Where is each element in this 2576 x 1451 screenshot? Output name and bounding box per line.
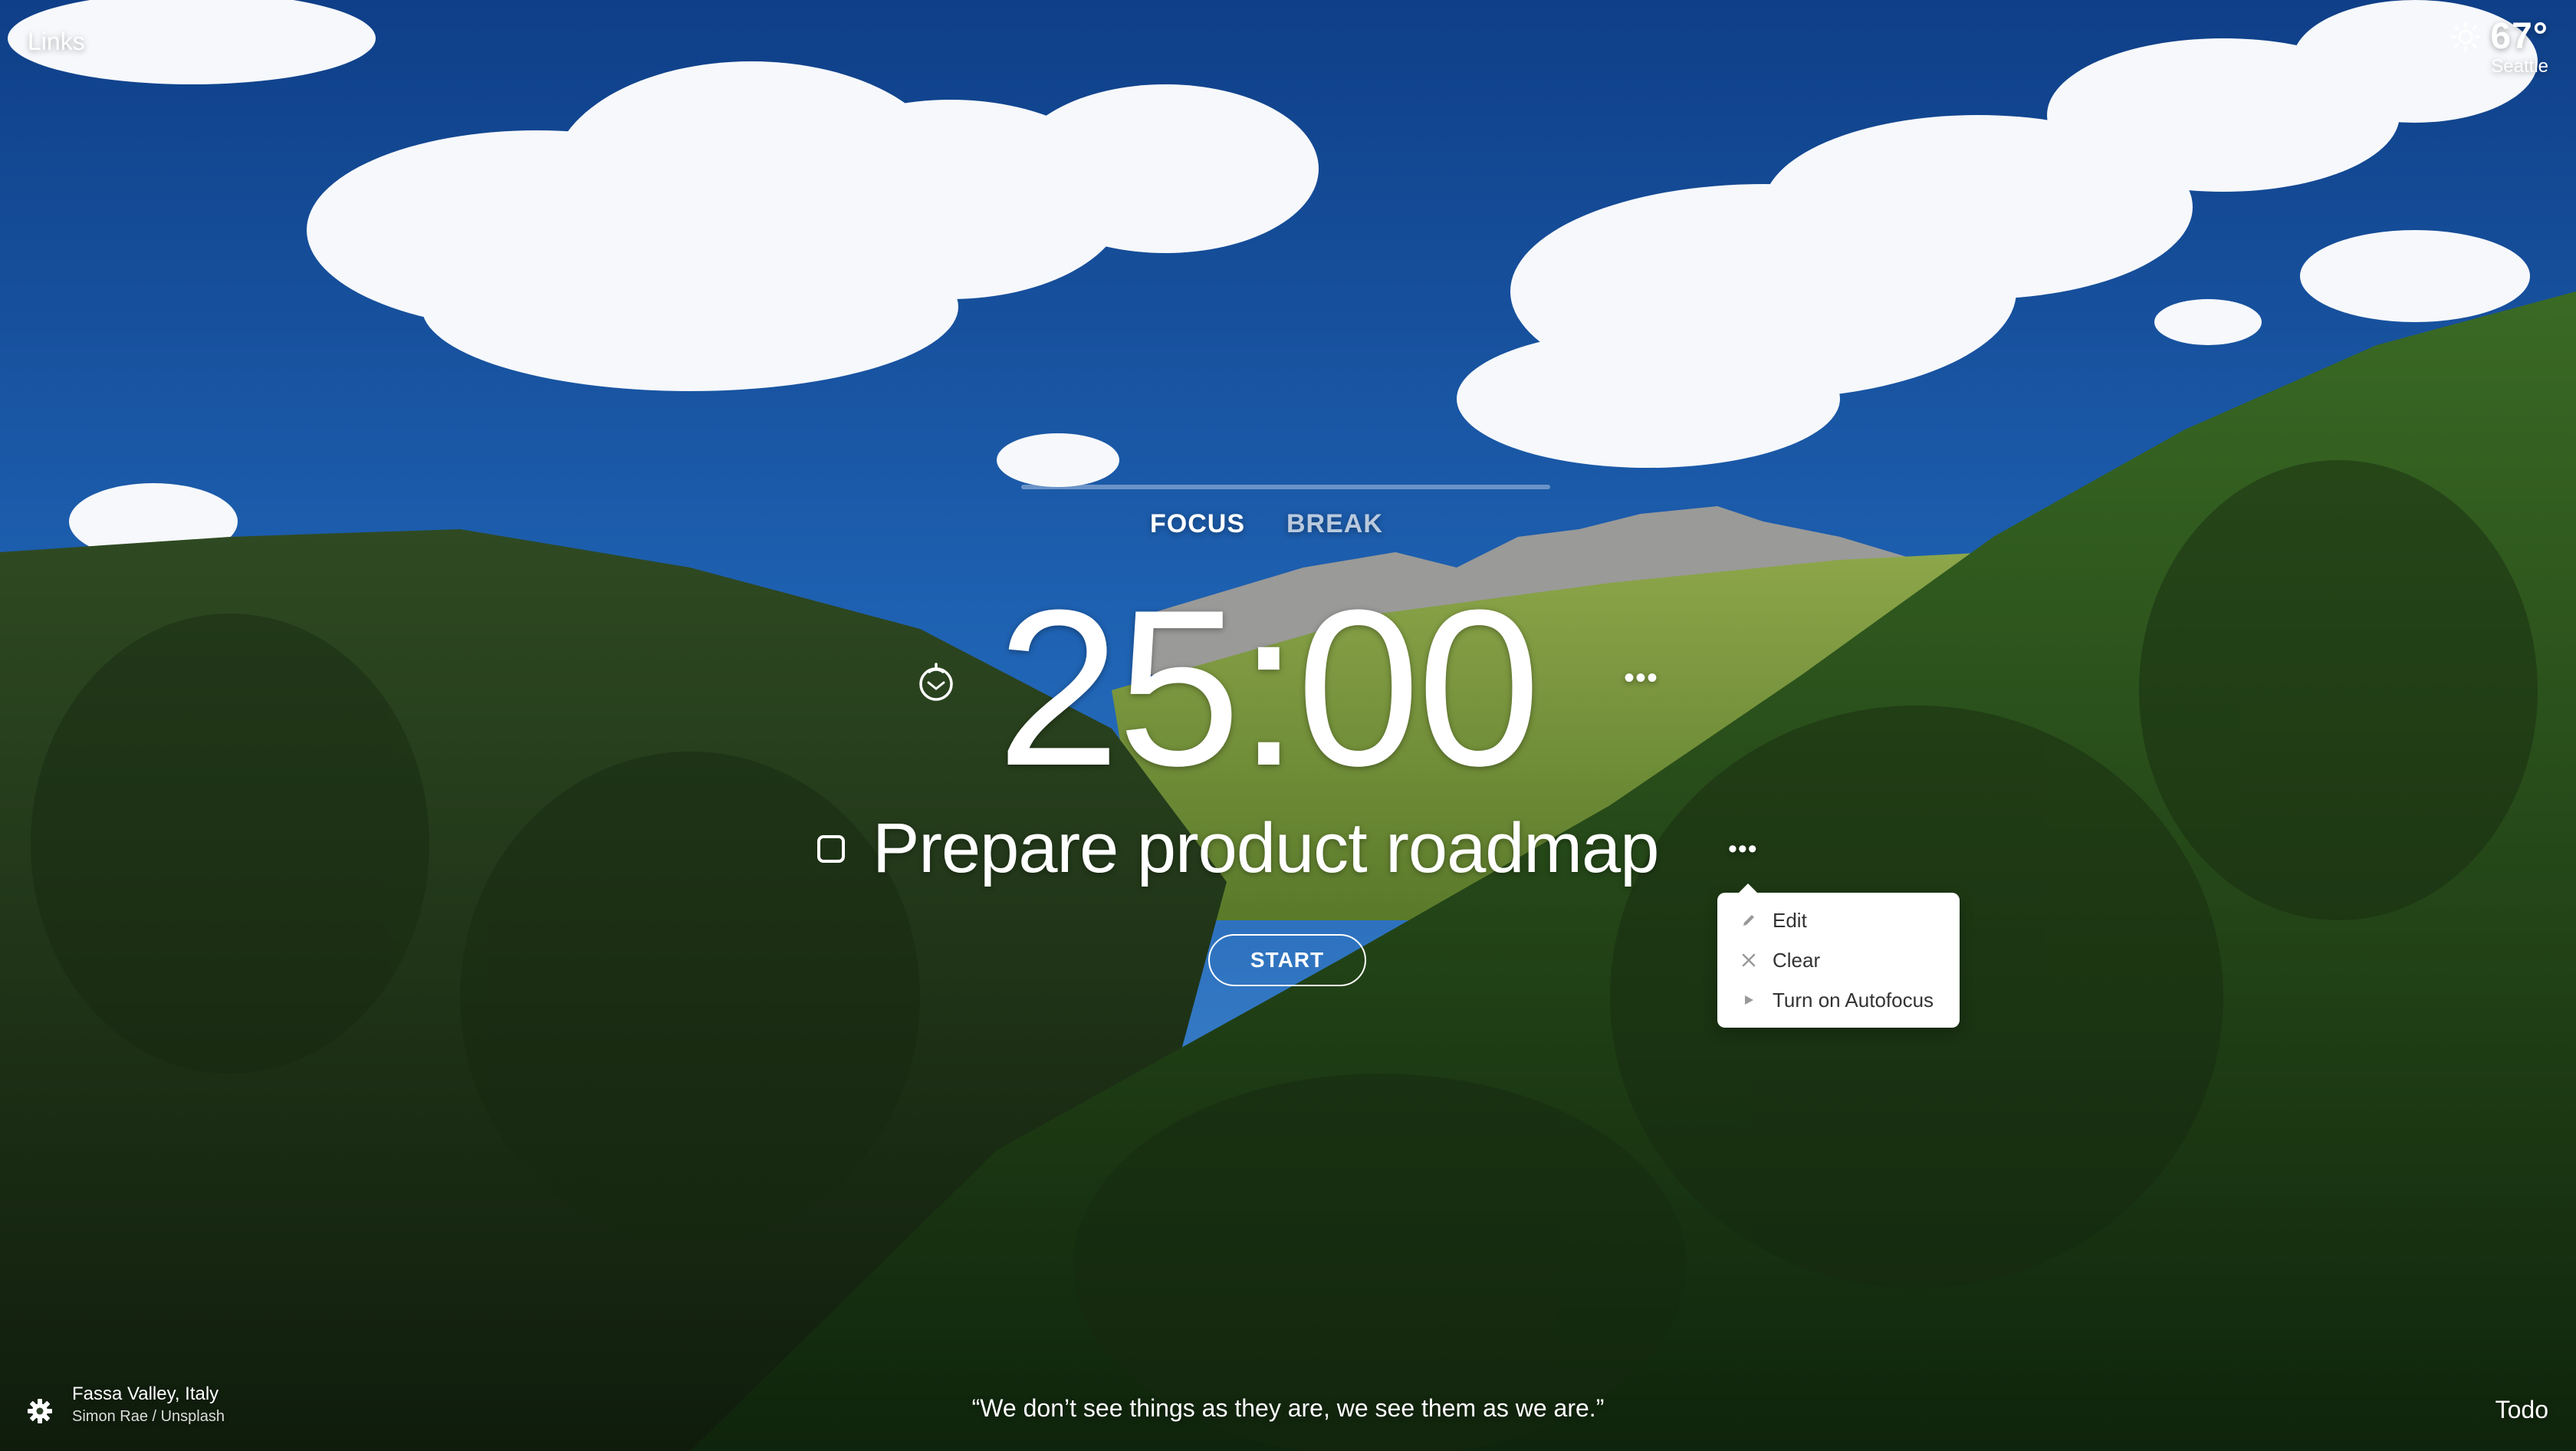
focus-item: Prepare product roadmap <box>817 808 1659 889</box>
timer-display: 25:00 <box>997 564 1541 812</box>
tomato-icon[interactable] <box>914 660 958 704</box>
focus-text: Prepare product roadmap <box>872 809 1659 887</box>
menu-item-label: Edit <box>1773 908 1807 932</box>
close-icon <box>1739 950 1759 970</box>
photo-info: Fassa Valley, Italy Simon Rae / Unsplash <box>72 1384 225 1426</box>
links-button[interactable]: Links <box>28 28 85 56</box>
weather-temperature: 67° <box>2490 16 2548 57</box>
tab-break[interactable]: BREAK <box>1286 509 1383 539</box>
focus-checkbox[interactable] <box>817 834 845 863</box>
daily-quote[interactable]: “We don’t see things as they are, we see… <box>966 1394 1610 1423</box>
start-button[interactable]: START <box>1208 934 1366 986</box>
todo-button[interactable]: Todo <box>2496 1396 2548 1424</box>
play-icon <box>1739 990 1759 1010</box>
menu-item-label: Clear <box>1773 948 1821 972</box>
focus-options-menu: Edit Clear Turn on Autofocus <box>1717 883 1960 1028</box>
timer-more-icon[interactable]: ••• <box>1624 661 1658 696</box>
menu-item-autofocus[interactable]: Turn on Autofocus <box>1717 980 1960 1020</box>
menu-item-clear[interactable]: Clear <box>1717 940 1960 980</box>
photo-credit[interactable]: Simon Rae / Unsplash <box>72 1408 225 1426</box>
pencil-icon <box>1739 910 1759 930</box>
tab-focus[interactable]: FOCUS <box>1150 509 1245 539</box>
gear-icon[interactable] <box>26 1397 54 1425</box>
menu-item-label: Turn on Autofocus <box>1773 988 1934 1012</box>
mode-tabs: FOCUS BREAK <box>1150 509 1383 539</box>
photo-location[interactable]: Fassa Valley, Italy <box>72 1384 225 1405</box>
weather-location: Seattle <box>2491 56 2548 77</box>
focus-more-icon[interactable]: ••• <box>1728 834 1758 864</box>
weather-widget[interactable]: 67° Seattle <box>2450 15 2548 77</box>
focus-progress-bar <box>1021 485 1550 489</box>
sun-icon <box>2450 21 2481 51</box>
menu-item-edit[interactable]: Edit <box>1717 900 1960 940</box>
